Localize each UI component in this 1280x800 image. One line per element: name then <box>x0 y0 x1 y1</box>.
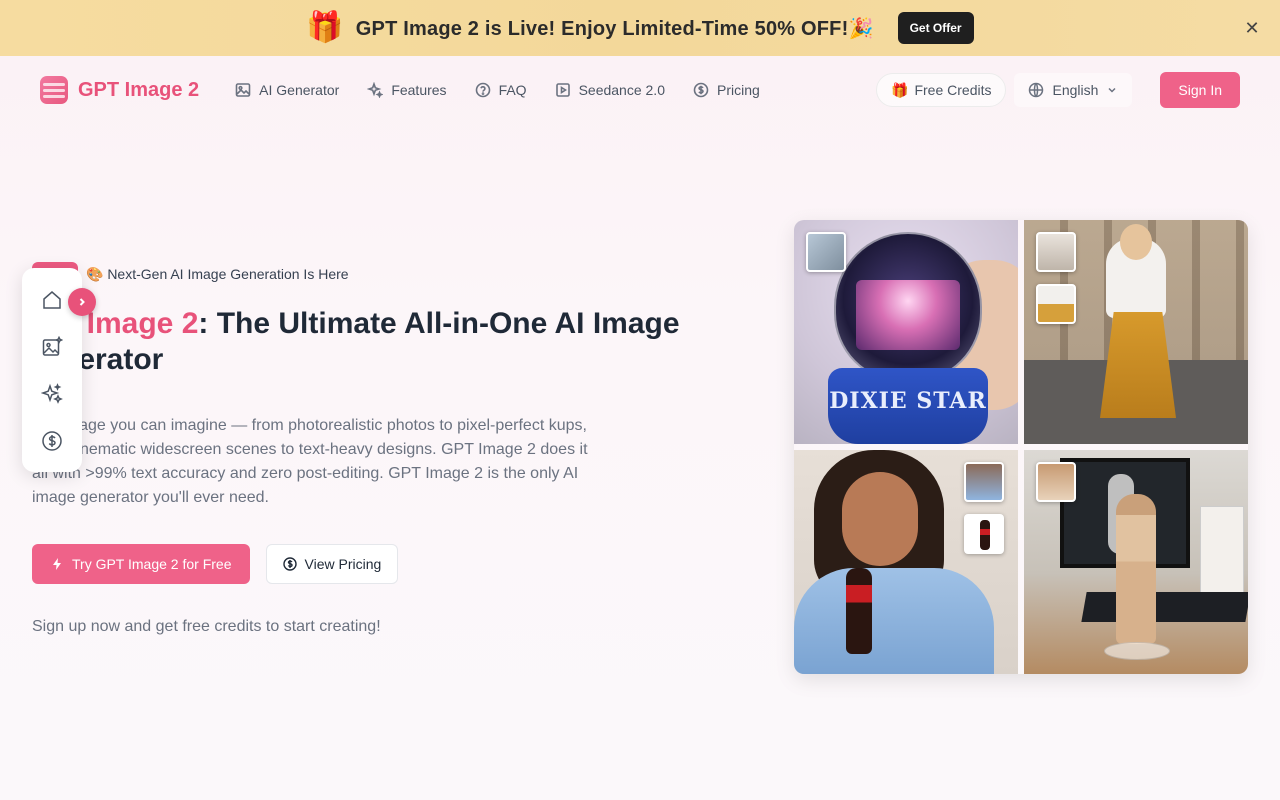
reference-thumbnail <box>1036 284 1076 324</box>
globe-icon <box>1029 82 1044 98</box>
signup-note: Sign up now and get free credits to star… <box>32 618 381 635</box>
nav-label: Seedance 2.0 <box>578 82 665 98</box>
promo-banner: 🎁 GPT Image 2 is Live! Enjoy Limited-Tim… <box>0 0 1280 56</box>
reference-thumbnail <box>806 232 846 272</box>
nav-label: Pricing <box>716 82 760 98</box>
language-label: English <box>1052 82 1099 98</box>
gallery-image-street-fashion[interactable] <box>1024 220 1248 444</box>
promo-text: GPT Image 2 is Live! Enjoy Limited-Time … <box>355 17 874 40</box>
sign-in-button[interactable]: Sign In <box>1160 72 1240 108</box>
logo-mark-icon <box>40 76 68 104</box>
main-nav: AI Generator Features FAQ Seedance 2.0 P… <box>235 82 760 98</box>
brand-name: GPT Image 2 <box>78 78 200 101</box>
sparkles-icon <box>367 82 384 98</box>
image-generator-button[interactable] <box>34 329 70 365</box>
gallery-image-woman-cola[interactable] <box>794 450 1018 674</box>
reference-thumbnail <box>964 462 1004 502</box>
cta-row: Try GPT Image 2 for Free View Pricing <box>32 544 712 584</box>
reference-thumbnail <box>1036 462 1076 502</box>
view-pricing-button[interactable]: View Pricing <box>265 544 399 584</box>
nav-label: Features <box>391 82 447 98</box>
image-icon <box>235 83 251 97</box>
sidebar-toggle-button[interactable] <box>68 288 96 316</box>
try-free-button[interactable]: Try GPT Image 2 for Free <box>32 544 250 584</box>
gift-icon: 🎁 <box>306 11 344 44</box>
gallery-image-figurine[interactable] <box>1024 450 1248 674</box>
view-pricing-label: View Pricing <box>304 556 382 572</box>
chevron-right-icon <box>79 298 85 306</box>
header-actions: 🎁 Free Credits English Sign In <box>876 72 1240 108</box>
get-offer-button[interactable]: Get Offer <box>897 12 974 44</box>
dollar-circle-icon <box>42 430 62 451</box>
nav-item-features[interactable]: Features <box>367 82 447 98</box>
gallery-image-snow-globe[interactable]: DIXIE STAR <box>794 220 1018 444</box>
hero-title-rest: : The Ultimate All-in-One AI Image <box>198 307 680 340</box>
lightning-icon <box>53 558 61 570</box>
hero-badge: 🎨 Next-Gen AI Image Generation Is Here <box>32 260 712 288</box>
home-icon <box>43 290 61 309</box>
nav-label: FAQ <box>498 82 527 98</box>
gift-icon: 🎁 <box>891 81 909 98</box>
badge-text: 🎨 Next-Gen AI Image Generation Is Here <box>86 265 349 282</box>
language-selector[interactable]: English <box>1014 73 1133 107</box>
close-icon[interactable]: ✕ <box>1242 18 1262 38</box>
nav-item-faq[interactable]: FAQ <box>475 82 527 98</box>
chevron-down-icon <box>1108 87 1116 93</box>
logo[interactable]: GPT Image 2 <box>40 76 199 104</box>
pricing-button[interactable] <box>34 423 70 459</box>
nav-item-ai-generator[interactable]: AI Generator <box>235 82 339 98</box>
hero-title: T Image 2: The Ultimate All-in-One AI Im… <box>32 306 712 378</box>
features-button[interactable] <box>34 376 70 412</box>
hero-description: any image you can imagine — from photore… <box>32 417 588 506</box>
nav-label: AI Generator <box>259 82 340 98</box>
reference-thumbnail <box>964 514 1004 554</box>
dollar-circle-icon <box>282 557 297 571</box>
nav-item-seedance[interactable]: Seedance 2.0 <box>555 82 665 98</box>
video-icon <box>555 83 570 97</box>
hero-gallery: DIXIE STAR <box>794 220 1248 674</box>
site-header: GPT Image 2 AI Generator Features FAQ Se… <box>0 56 1280 124</box>
home-button[interactable] <box>34 282 70 318</box>
sparkles-icon <box>41 382 63 404</box>
help-circle-icon <box>475 82 490 98</box>
reference-thumbnail <box>1036 232 1076 272</box>
image-sparkle-icon <box>42 335 63 356</box>
try-free-label: Try GPT Image 2 for Free <box>72 556 232 572</box>
free-credits-button[interactable]: 🎁 Free Credits <box>876 73 1007 107</box>
snow-globe-label: DIXIE STAR <box>829 388 987 414</box>
nav-item-pricing[interactable]: Pricing <box>693 82 760 98</box>
free-credits-label: Free Credits <box>914 82 992 98</box>
hero-section: 🎨 Next-Gen AI Image Generation Is Here T… <box>32 260 712 636</box>
dollar-circle-icon <box>693 82 709 98</box>
